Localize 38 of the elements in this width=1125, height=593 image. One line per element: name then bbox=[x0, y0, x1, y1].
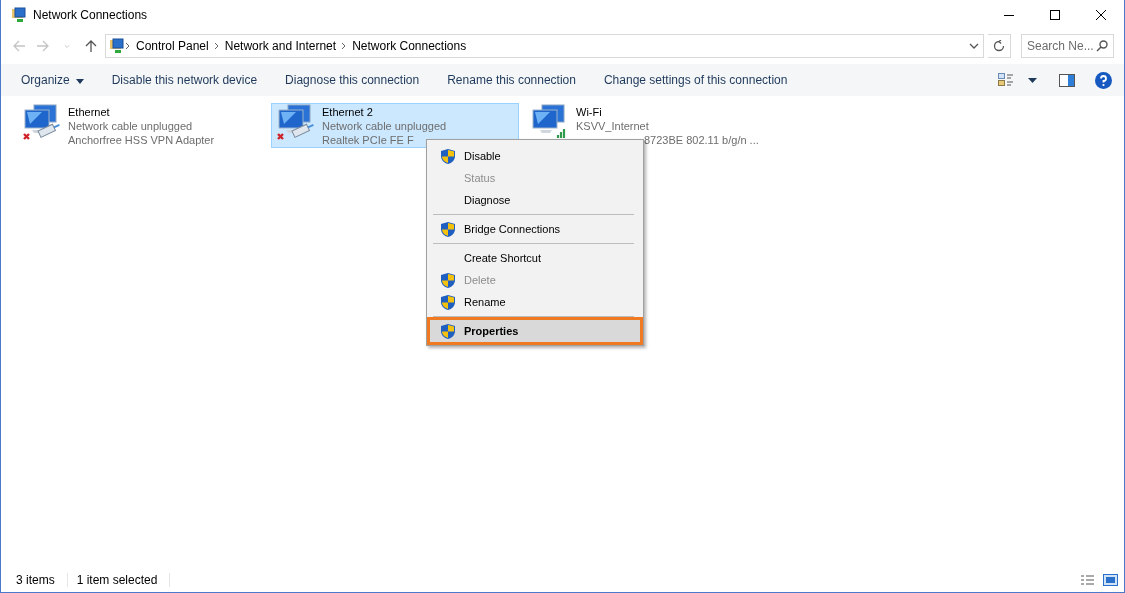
chevron-right-icon bbox=[341, 41, 348, 50]
menu-item[interactable]: Properties bbox=[430, 320, 640, 342]
connection-item[interactable]: Ethernet Network cable unplugged Anchorfree HSS VPN Adapter bbox=[17, 103, 265, 148]
maximize-button[interactable] bbox=[1049, 9, 1061, 21]
caret-icon bbox=[75, 79, 84, 84]
chevron-right-icon bbox=[213, 41, 220, 50]
caret-icon[interactable] bbox=[1028, 77, 1037, 83]
large-icons-view-icon[interactable] bbox=[1103, 574, 1118, 586]
menu-item[interactable]: Rename bbox=[430, 291, 640, 313]
toolbar-button[interactable]: Change settings of this connection bbox=[593, 64, 798, 96]
selection-count: 1 item selected bbox=[76, 573, 171, 587]
menu-item[interactable]: Disable bbox=[430, 145, 640, 167]
close-button[interactable] bbox=[1095, 9, 1107, 21]
help-icon[interactable] bbox=[1095, 71, 1112, 89]
window-title: Network Connections bbox=[33, 8, 149, 22]
toolbar-button[interactable]: Rename this connection bbox=[437, 64, 586, 96]
menu-item[interactable]: Create Shortcut bbox=[430, 247, 640, 269]
menu-item[interactable]: Bridge Connections bbox=[430, 218, 640, 240]
network-adapter-disconnected-icon bbox=[22, 104, 62, 142]
breadcrumb-item[interactable]: Network and Internet bbox=[224, 39, 337, 53]
refresh-icon[interactable] bbox=[993, 40, 1005, 52]
menu-item[interactable]: Diagnose bbox=[430, 189, 640, 211]
chevron-right-icon bbox=[125, 41, 131, 50]
network-folder-icon bbox=[11, 7, 27, 23]
network-adapter-disconnected-icon bbox=[276, 104, 316, 142]
connection-item[interactable]: Wi-Fi KSVV_Internet 8723BE 802.11 b/g/n ... bbox=[525, 103, 773, 148]
connection-item[interactable]: Ethernet 2 Network cable unplugged Realtek PCIe FE F bbox=[271, 103, 519, 148]
item-count: 3 items bbox=[16, 573, 68, 587]
preview-pane-icon[interactable] bbox=[1059, 73, 1075, 87]
search-field[interactable]: Search Ne... bbox=[1021, 34, 1114, 58]
toolbar-button[interactable]: Disable this network device bbox=[101, 64, 268, 96]
view-options-icon[interactable] bbox=[998, 73, 1014, 87]
network-folder-icon bbox=[109, 38, 125, 54]
organize-menu[interactable]: Organize bbox=[11, 64, 94, 96]
search-icon bbox=[1096, 40, 1108, 52]
breadcrumb-item[interactable]: Network Connections bbox=[352, 39, 467, 53]
breadcrumb-item[interactable]: Control Panel bbox=[136, 39, 209, 53]
toolbar-button[interactable]: Diagnose this connection bbox=[275, 64, 430, 96]
